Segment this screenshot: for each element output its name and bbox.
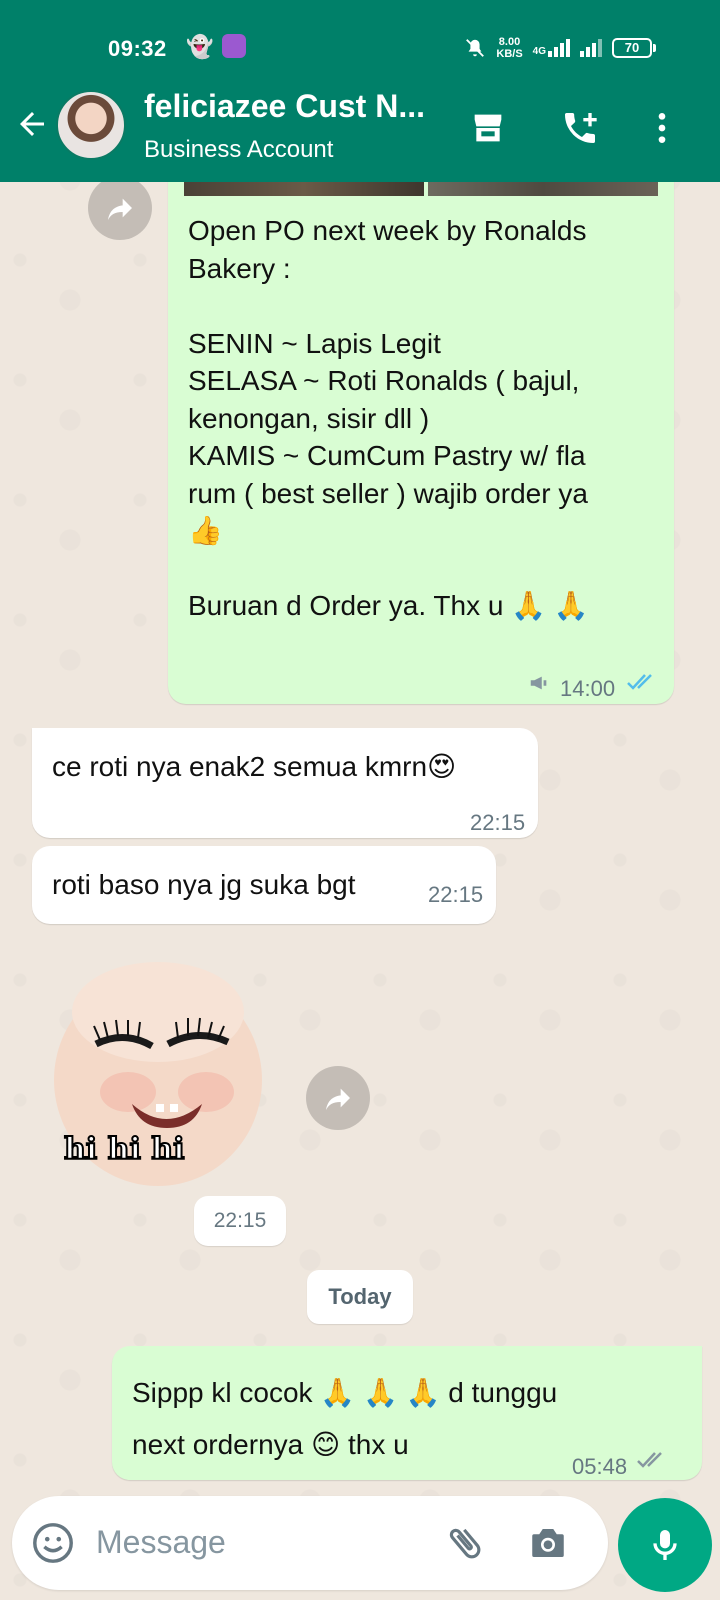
message-line: KAMIS ~ CumCum Pastry w/ fla bbox=[188, 440, 586, 471]
message-composer[interactable]: Message bbox=[12, 1496, 608, 1590]
contact-subtitle: Business Account bbox=[144, 136, 334, 163]
back-arrow-icon[interactable] bbox=[14, 106, 50, 142]
attach-icon[interactable] bbox=[444, 1522, 486, 1564]
status-right: 8.00 KB/S 4G 70 bbox=[464, 36, 656, 60]
message-time: 14:00 bbox=[560, 676, 616, 701]
message-line: kenongan, sisir dll ) bbox=[188, 402, 430, 434]
message-time: 22:15 bbox=[470, 810, 526, 835]
read-receipt-icon bbox=[627, 674, 652, 690]
status-bar: 09:32 👻 8.00 KB/S 4G 70 bbox=[0, 32, 720, 64]
chat-header: 09:32 👻 8.00 KB/S 4G 70 feliciazee Cust … bbox=[0, 0, 720, 182]
add-call-icon[interactable] bbox=[560, 108, 600, 148]
message-line bbox=[188, 550, 658, 588]
message-line: rum ( best seller ) wajib order ya bbox=[188, 477, 588, 509]
contact-name[interactable]: feliciazee Cust N... bbox=[144, 88, 444, 125]
message-time: 05:48 bbox=[572, 1454, 628, 1479]
date-divider: Today bbox=[307, 1270, 413, 1324]
message-input[interactable]: Message bbox=[96, 1524, 226, 1561]
sticker-time: 22:15 bbox=[194, 1196, 286, 1246]
broadcast-megaphone-icon bbox=[530, 676, 547, 690]
message-bubble-incoming[interactable]: ce roti nya enak2 semua kmrn😍 22:15 bbox=[32, 728, 538, 838]
forward-arrow-icon bbox=[326, 1088, 350, 1110]
status-time: 09:32 bbox=[108, 36, 167, 61]
snapchat-icon: 👻 bbox=[186, 34, 214, 59]
message-text-line-2: next ordernya 😊 thx u bbox=[132, 1429, 409, 1460]
microphone-icon bbox=[653, 1530, 677, 1560]
app-notification-icon bbox=[222, 34, 246, 58]
battery-level: 70 bbox=[612, 38, 652, 58]
message-line: SENIN ~ Lapis Legit bbox=[188, 327, 441, 359]
network-type: 4G bbox=[532, 46, 546, 57]
message-text: roti baso nya jg suka bgt bbox=[52, 869, 356, 900]
message-line: SELASA ~ Roti Ronalds ( bajul, bbox=[188, 365, 580, 396]
forward-arrow-icon bbox=[108, 198, 132, 220]
sticker-message[interactable]: hi hi hi bbox=[48, 952, 274, 1190]
network-speed: 8.00 KB/S bbox=[496, 36, 523, 60]
message-bubble-outgoing[interactable]: PhotoGrid Open PO next week by RonaldsBa… bbox=[168, 160, 674, 704]
signal-bars-icon bbox=[548, 39, 570, 57]
message-text: ce roti nya enak2 semua kmrn😍 bbox=[52, 751, 457, 782]
message-bubble-outgoing[interactable]: Sippp kl cocok 🙏 🙏 🙏 d tunggu next order… bbox=[112, 1346, 702, 1480]
message-line: Bakery : bbox=[188, 252, 291, 284]
message-line: 👍 bbox=[188, 515, 223, 546]
forward-button[interactable] bbox=[306, 1066, 370, 1130]
message-text: Open PO next week by Ronalds Bakery : SENI… bbox=[188, 212, 658, 625]
delivered-receipt-icon bbox=[637, 1452, 662, 1468]
more-options-icon[interactable] bbox=[642, 108, 682, 148]
signal-1: 4G bbox=[533, 39, 570, 57]
camera-icon[interactable] bbox=[526, 1522, 570, 1564]
voice-message-button[interactable] bbox=[618, 1498, 712, 1592]
battery-icon: 70 bbox=[612, 38, 656, 58]
message-line: Open PO next week by Ronalds bbox=[188, 215, 587, 246]
message-text-line-1: Sippp kl cocok 🙏 🙏 🙏 d tunggu bbox=[132, 1377, 558, 1408]
message-time: 22:15 bbox=[428, 882, 484, 907]
emoji-icon[interactable] bbox=[30, 1520, 76, 1566]
sticker-caption: hi hi hi bbox=[63, 1131, 186, 1168]
message-line bbox=[188, 287, 658, 325]
mute-bell-icon bbox=[466, 39, 485, 57]
message-bubble-incoming[interactable]: roti baso nya jg suka bgt 22:15 bbox=[32, 846, 496, 924]
signal-bars-2-icon bbox=[580, 39, 602, 57]
contact-avatar[interactable] bbox=[56, 90, 126, 160]
forward-button[interactable] bbox=[88, 176, 152, 240]
message-line: Buruan d Order ya. Thx u 🙏 🙏 bbox=[188, 590, 589, 621]
storefront-icon[interactable] bbox=[468, 108, 508, 148]
